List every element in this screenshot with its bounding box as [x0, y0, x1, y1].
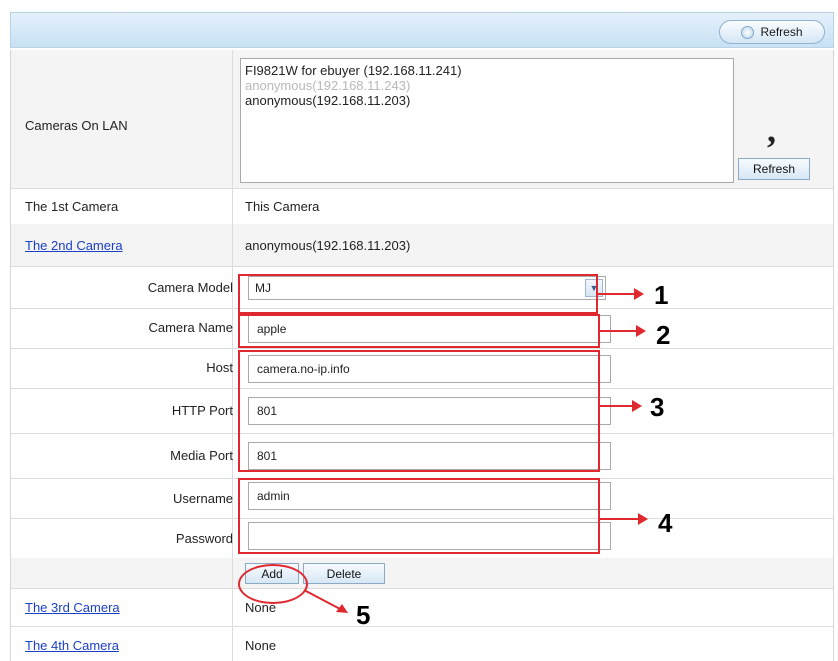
toolbar: Refresh — [10, 12, 834, 48]
media-port-field[interactable]: 801 — [248, 442, 611, 470]
second-camera-value: anonymous(192.168.11.203) — [245, 238, 411, 253]
first-camera-row: The 1st Camera This Camera — [11, 188, 833, 225]
lan-refresh-label: Refresh — [752, 162, 796, 176]
first-camera-value: This Camera — [245, 199, 320, 214]
camera-model-label: Camera Model — [147, 280, 233, 295]
second-camera-row: The 2nd Camera anonymous(192.168.11.203) — [11, 224, 833, 267]
annotation-arrow-4 — [600, 513, 648, 525]
annotation-arrow-1 — [598, 288, 644, 300]
camera-model-value: MJ — [255, 281, 271, 295]
annotation-circle-5 — [238, 564, 308, 604]
lan-camera-item[interactable]: FI9821W for ebuyer (192.168.11.241) — [245, 63, 729, 78]
username-field[interactable]: admin — [248, 482, 611, 510]
username-row: Username admin — [11, 478, 833, 519]
camera-name-field[interactable]: apple — [248, 315, 611, 343]
password-field[interactable] — [248, 522, 611, 550]
first-camera-label: The 1st Camera — [25, 199, 119, 214]
second-camera-link[interactable]: The 2nd Camera — [25, 238, 123, 253]
host-label: Host — [206, 360, 233, 375]
http-port-label: HTTP Port — [171, 403, 233, 418]
lan-camera-item[interactable]: anonymous(192.168.11.243) — [245, 78, 729, 93]
http-port-row: HTTP Port 801 — [11, 388, 833, 434]
annotation-number-5: 5 — [356, 600, 371, 630]
column-divider — [232, 224, 233, 266]
camera-model-select[interactable]: MJ ▼ — [248, 276, 606, 300]
annotation-number-3: 3 — [650, 392, 665, 422]
camera-name-row: Camera Name apple — [11, 308, 833, 349]
camera-model-row: Camera Model MJ ▼ — [11, 266, 833, 309]
cameras-on-lan-row: Cameras On LAN FI9821W for ebuyer (192.1… — [11, 50, 833, 189]
cameras-on-lan-list[interactable]: FI9821W for ebuyer (192.168.11.241) anon… — [240, 58, 734, 183]
column-divider — [232, 588, 233, 626]
refresh-button[interactable]: Refresh — [719, 20, 825, 44]
fourth-camera-row: The 4th Camera None — [11, 626, 833, 661]
annotation-number-4: 4 — [658, 508, 673, 538]
comma-mark: , — [767, 110, 776, 150]
password-row: Password — [11, 518, 833, 559]
camera-name-label: Camera Name — [148, 320, 233, 335]
column-divider — [232, 50, 233, 188]
column-divider — [232, 626, 233, 661]
host-field[interactable]: camera.no-ip.info — [248, 355, 611, 383]
host-row: Host camera.no-ip.info — [11, 348, 833, 389]
lan-refresh-button[interactable]: Refresh — [738, 158, 810, 180]
third-camera-link[interactable]: The 3rd Camera — [25, 600, 120, 615]
fourth-camera-value: None — [245, 638, 277, 653]
column-divider — [232, 558, 233, 588]
annotation-number-1: 1 — [654, 280, 669, 310]
third-camera-row: The 3rd Camera None — [11, 588, 833, 627]
refresh-button-label: Refresh — [760, 25, 803, 39]
fourth-camera-link[interactable]: The 4th Camera — [25, 638, 119, 653]
camera-settings-table: Cameras On LAN FI9821W for ebuyer (192.1… — [10, 50, 834, 661]
password-label: Password — [175, 531, 233, 546]
media-port-label: Media Port — [170, 448, 233, 463]
lan-camera-item[interactable]: anonymous(192.168.11.203) — [245, 93, 729, 108]
annotation-arrow-2 — [600, 325, 646, 337]
annotation-number-2: 2 — [656, 320, 671, 350]
cameras-on-lan-label: Cameras On LAN — [25, 118, 128, 133]
delete-button[interactable]: Delete — [303, 563, 385, 584]
http-port-field[interactable]: 801 — [248, 397, 611, 425]
add-delete-row: Add Delete — [11, 558, 833, 589]
column-divider — [232, 188, 233, 224]
username-label: Username — [173, 491, 233, 506]
media-port-row: Media Port 801 — [11, 433, 833, 479]
annotation-arrow-3 — [600, 400, 642, 412]
refresh-icon — [741, 25, 755, 39]
delete-button-label: Delete — [326, 566, 362, 581]
annotation-arrow-5 — [303, 589, 348, 613]
